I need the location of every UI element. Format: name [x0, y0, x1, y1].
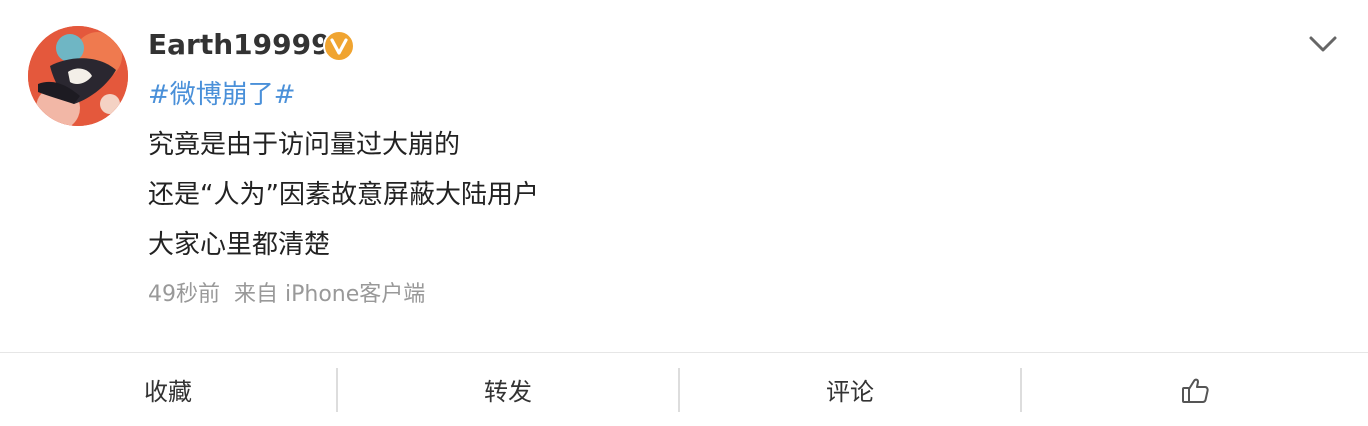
weibo-post-card: Earth199999 #微博崩了# 究竟是由于访问量过大崩的 还是“人为”因素… [0, 0, 1368, 352]
thumbs-up-icon [1182, 378, 1209, 403]
favorite-button[interactable]: 收藏 [0, 353, 336, 426]
post-text-line: 还是“人为”因素故意屏蔽大陆用户 [148, 180, 539, 210]
hashtag-link[interactable]: #微博崩了# [148, 77, 296, 113]
username[interactable]: Earth199999 [148, 26, 350, 64]
avatar-image [28, 26, 128, 126]
comment-label: 评论 [826, 378, 874, 406]
post-time: 49秒前 [148, 282, 220, 307]
post-meta: 49秒前 来自 iPhone客户端 [148, 280, 425, 310]
repost-label: 转发 [484, 378, 532, 406]
verified-badge-icon [323, 30, 355, 62]
action-bar: 收藏 转发 评论 [0, 353, 1368, 426]
chevron-down-icon[interactable] [1306, 30, 1340, 58]
avatar[interactable] [28, 26, 128, 126]
post-source: 来自 iPhone客户端 [234, 282, 426, 307]
post-text-line: 大家心里都清楚 [148, 230, 331, 260]
post-text-line: 究竟是由于访问量过大崩的 [148, 130, 461, 160]
like-button[interactable] [1022, 353, 1368, 426]
comment-button[interactable]: 评论 [680, 353, 1020, 426]
repost-button[interactable]: 转发 [338, 353, 678, 426]
favorite-label: 收藏 [144, 378, 192, 406]
